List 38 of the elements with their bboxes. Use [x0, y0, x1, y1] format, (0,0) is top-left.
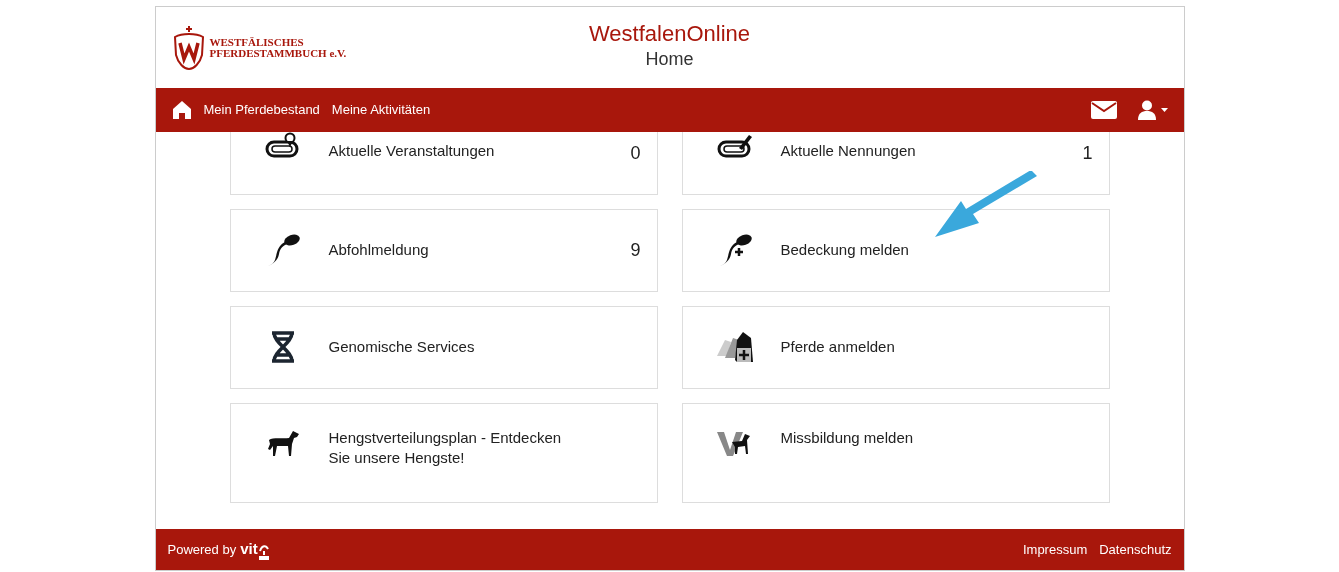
horse-heads-plus-icon — [714, 330, 755, 364]
footer-link[interactable]: Datenschutz — [1099, 539, 1172, 559]
tile-label: Hengstverteilungsplan - Entdecken Sie unsere Hengste! — [328, 427, 563, 468]
tile-label: Aktuelle Nennungen — [780, 140, 917, 161]
menu-tile[interactable]: Abfohlmeldung 9 — [229, 208, 658, 292]
tile-label: Bedeckung melden — [780, 240, 910, 260]
app-title: WestfalenOnline — [589, 21, 750, 47]
brand-logo[interactable]: vit — [240, 538, 270, 561]
nav-link[interactable]: Meine Aktivitäten — [331, 100, 431, 120]
menu-tile[interactable]: Hengstverteilungsplan - Entdecken Sie unsere Hengste! — [229, 402, 658, 503]
tile-count: 1 — [1082, 141, 1093, 165]
menu-tile[interactable]: Genomische Services — [229, 305, 658, 389]
footer-link[interactable]: Impressum — [1022, 539, 1088, 559]
brand-mark-icon — [257, 544, 270, 561]
page-title: Home — [645, 48, 694, 71]
home-icon[interactable] — [171, 99, 192, 120]
user-icon — [1136, 99, 1157, 120]
tile-label: Pferde anmelden — [780, 337, 896, 357]
tile-label: Abfohlmeldung — [328, 240, 430, 260]
nav-link[interactable]: Mein Pferdebestand — [203, 100, 320, 120]
crest-icon — [171, 24, 206, 71]
logo-text: PFERDESTAMMBUCH e.V. — [209, 47, 347, 59]
tile-label: Genomische Services — [328, 337, 476, 357]
mail-icon[interactable] — [1090, 100, 1117, 119]
logo-text: WESTFÄLISCHES — [209, 36, 305, 48]
tile-label: Missbildung melden — [780, 427, 915, 448]
track-pin-icon — [264, 131, 301, 160]
powered-by-text: Powered by — [167, 540, 237, 559]
menu-tile[interactable]: Pferde anmelden — [681, 305, 1110, 389]
menu-tile[interactable]: Bedeckung melden — [681, 208, 1110, 292]
tile-label: Aktuelle Veranstaltungen — [328, 140, 496, 161]
caret-icon — [1160, 107, 1168, 112]
tile-count: 0 — [630, 141, 641, 165]
tile-count: 9 — [630, 238, 641, 262]
user-menu[interactable] — [1136, 99, 1168, 120]
menu-tile[interactable]: Aktuelle Veranstaltungen 0 — [229, 131, 658, 195]
menu-tile[interactable]: Missbildung melden — [681, 402, 1110, 503]
logo[interactable]: WESTFÄLISCHES PFERDESTAMMBUCH e.V. — [171, 24, 347, 71]
